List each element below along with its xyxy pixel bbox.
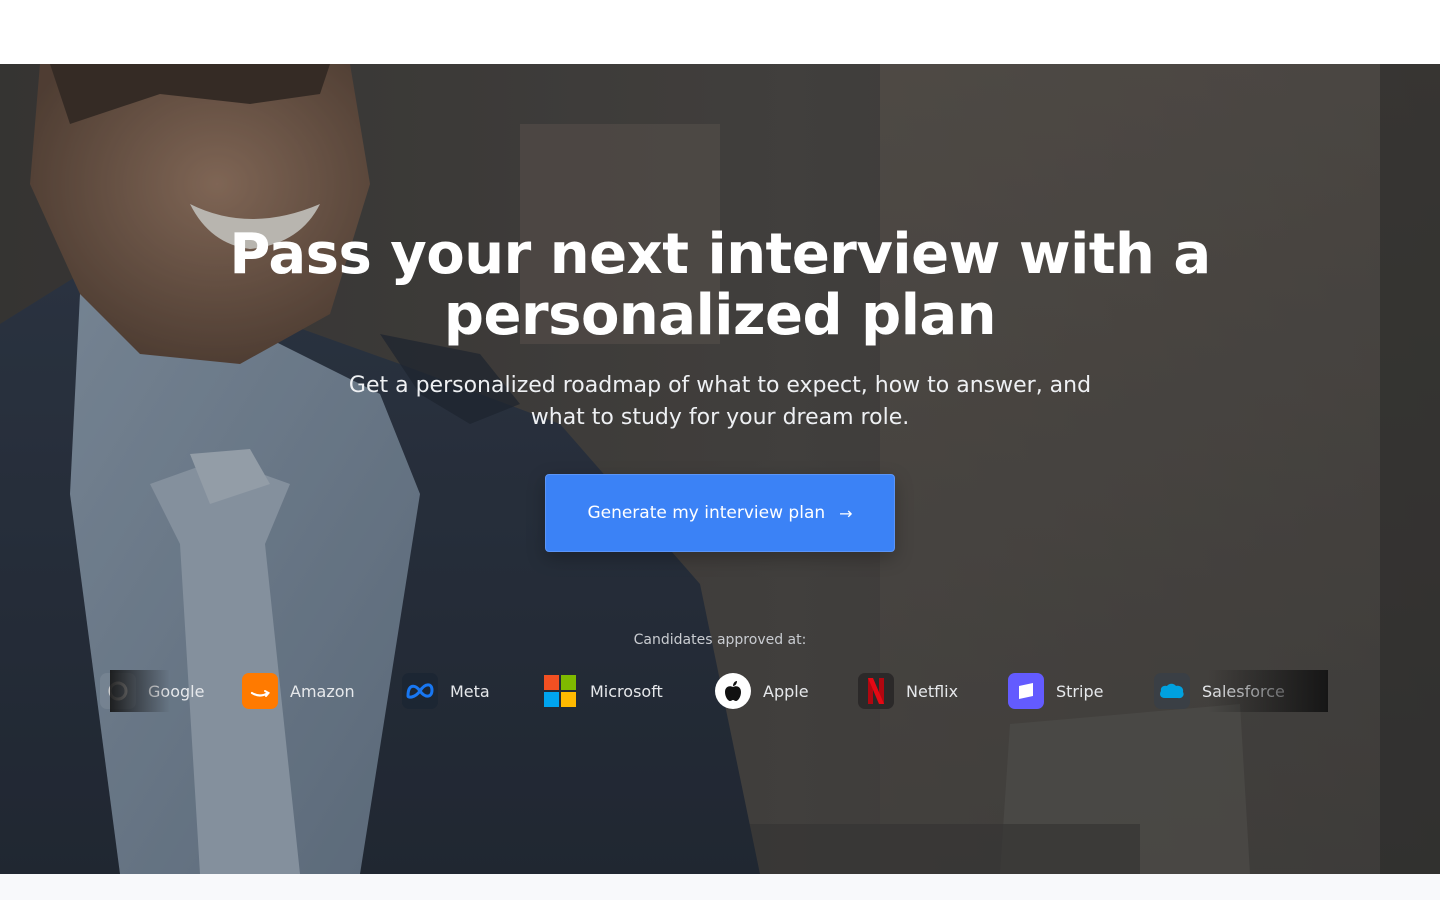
company-name: Amazon <box>290 681 355 701</box>
company-name: Stripe <box>1056 681 1104 701</box>
top-navigation-bar <box>0 0 1440 64</box>
hero-section <box>0 64 1440 874</box>
generate-plan-button[interactable]: Generate my interview plan → <box>545 474 895 552</box>
hero-dark-overlay <box>0 64 1440 874</box>
company-item-meta: Meta <box>402 670 490 712</box>
generate-plan-button-label: Generate my interview plan <box>587 503 826 523</box>
microsoft-logo-icon <box>542 673 578 709</box>
company-item-microsoft: Microsoft <box>542 670 663 712</box>
company-name: Apple <box>763 681 809 701</box>
company-name: Salesforce <box>1202 681 1285 701</box>
company-item-amazon: Amazon <box>242 670 355 712</box>
company-item-apple: Apple <box>715 670 809 712</box>
company-name: Google <box>148 681 205 701</box>
company-name: Netflix <box>906 681 959 701</box>
company-item-salesforce: Salesforce <box>1154 670 1285 712</box>
amazon-logo-icon <box>242 673 278 709</box>
next-section-edge <box>0 874 1440 900</box>
company-name: Microsoft <box>590 681 663 701</box>
company-item-netflix: Netflix <box>858 670 958 712</box>
netflix-logo-icon <box>858 673 894 709</box>
google-logo-icon <box>100 673 136 709</box>
approved-companies-label: Candidates approved at: <box>633 632 807 648</box>
stripe-logo-icon <box>1008 673 1044 709</box>
hero-subtitle: Get a personalized roadmap of what to ex… <box>348 373 1092 430</box>
apple-logo-icon <box>715 673 751 709</box>
hero-title: Pass your next interview with a personal… <box>229 222 1211 348</box>
salesforce-logo-icon <box>1154 673 1190 709</box>
meta-logo-icon <box>402 673 438 709</box>
arrow-right-icon: → <box>839 503 853 523</box>
company-name: Meta <box>450 681 490 701</box>
company-logo-strip: Google Amazon Meta Microsoft Apple Netfl… <box>100 670 1328 712</box>
company-item-stripe: Stripe <box>1008 670 1103 712</box>
company-item-google: Google <box>100 670 204 712</box>
